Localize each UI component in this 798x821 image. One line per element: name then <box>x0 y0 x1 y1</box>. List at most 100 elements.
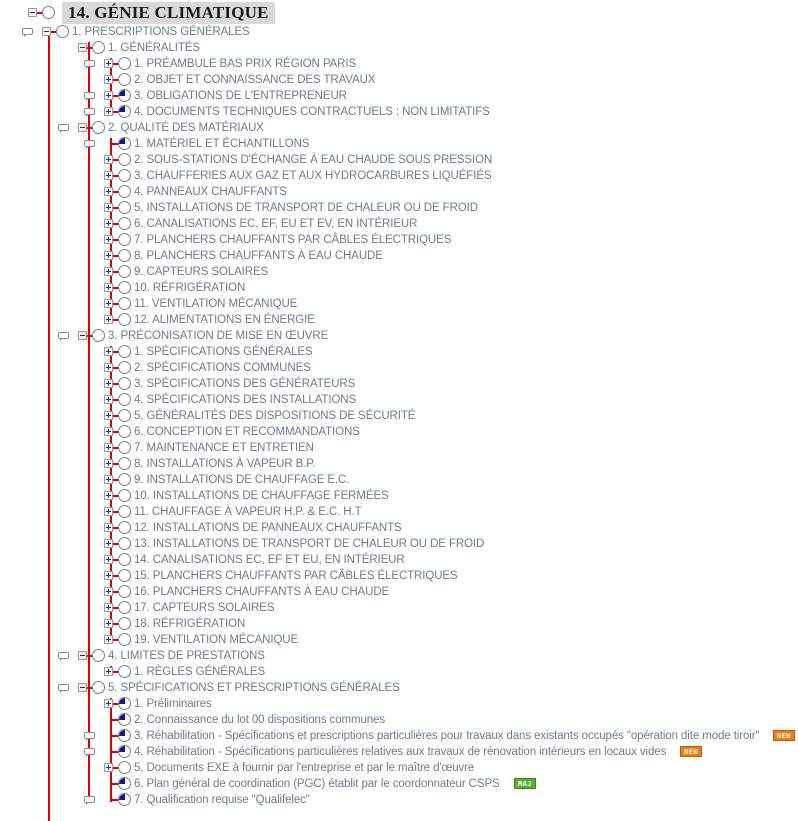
tree-node-label[interactable]: 4. LIMITES DE PRESTATIONS <box>108 648 265 664</box>
node-progress-icon[interactable] <box>118 777 131 790</box>
node-empty-icon[interactable] <box>118 665 131 678</box>
expand-plus-icon[interactable] <box>104 491 113 500</box>
tree-node-label[interactable]: 3. OBLIGATIONS DE L'ENTREPRENEUR <box>134 88 347 104</box>
node-empty-icon[interactable] <box>118 57 131 70</box>
expand-plus-icon[interactable] <box>104 299 113 308</box>
tree-node-label[interactable]: 10. INSTALLATIONS DE CHAUFFAGE FERMÉES <box>134 488 389 504</box>
comment-bubble-icon[interactable] <box>84 60 95 69</box>
node-empty-icon[interactable] <box>118 393 131 406</box>
expand-plus-icon[interactable] <box>104 603 113 612</box>
node-empty-icon[interactable] <box>118 425 131 438</box>
expand-plus-icon[interactable] <box>104 539 113 548</box>
node-empty-icon[interactable] <box>118 281 131 294</box>
expand-plus-icon[interactable] <box>104 75 113 84</box>
expand-plus-icon[interactable] <box>104 91 113 100</box>
node-empty-icon[interactable] <box>92 681 105 694</box>
tree-node-label[interactable]: 13. INSTALLATIONS DE TRANSPORT DE CHALEU… <box>134 536 484 552</box>
comment-bubble-icon[interactable] <box>84 732 95 741</box>
collapse-minus-icon[interactable] <box>78 651 87 660</box>
tree-node-label[interactable]: 3. SPÉCIFICATIONS DES GÉNÉRATEURS <box>134 376 355 392</box>
node-empty-icon[interactable] <box>92 41 105 54</box>
collapse-minus-icon[interactable] <box>42 27 51 36</box>
expand-plus-icon[interactable] <box>104 315 113 324</box>
comment-bubble-icon[interactable] <box>58 652 69 661</box>
tree-node-label[interactable]: 4. PANNEAUX CHAUFFANTS <box>134 184 287 200</box>
node-progress-icon[interactable] <box>118 697 131 710</box>
expand-plus-icon[interactable] <box>104 235 113 244</box>
expand-plus-icon[interactable] <box>104 363 113 372</box>
expand-plus-icon[interactable] <box>104 555 113 564</box>
tree-node-label[interactable]: 2. Connaissance du lot 00 dispositions c… <box>134 712 385 728</box>
collapse-minus-icon[interactable] <box>78 331 87 340</box>
node-empty-icon[interactable] <box>118 345 131 358</box>
expand-plus-icon[interactable] <box>104 267 113 276</box>
comment-bubble-icon[interactable] <box>58 124 69 133</box>
node-empty-icon[interactable] <box>118 569 131 582</box>
node-empty-icon[interactable] <box>118 553 131 566</box>
node-empty-icon[interactable] <box>118 169 131 182</box>
node-empty-icon[interactable] <box>118 585 131 598</box>
tree-node-label[interactable]: 16. PLANCHERS CHAUFFANTS À EAU CHAUDE <box>134 584 389 600</box>
tree-node-label[interactable]: 4. DOCUMENTS TECHNIQUES CONTRACTUELS : N… <box>134 104 490 120</box>
document-tree[interactable]: 14. GÉNIE CLIMATIQUE 1. PRESCRIPTIONS GÉN… <box>0 0 798 821</box>
node-empty-icon[interactable] <box>92 329 105 342</box>
collapse-minus-icon[interactable] <box>78 43 87 52</box>
tree-node-label[interactable]: 2. OBJET ET CONNAISSANCE DES TRAVAUX <box>134 72 375 88</box>
comment-bubble-icon[interactable] <box>84 140 95 149</box>
node-empty-icon[interactable] <box>118 537 131 550</box>
expand-plus-icon[interactable] <box>104 395 113 404</box>
node-empty-icon[interactable] <box>118 201 131 214</box>
node-empty-icon[interactable] <box>118 617 131 630</box>
tree-node-label[interactable]: 7. MAINTENANCE ET ENTRETIEN <box>134 440 314 456</box>
tree-node-label[interactable]: 10. RÉFRIGÉRATION <box>134 280 245 296</box>
comment-bubble-icon[interactable] <box>58 684 69 693</box>
node-empty-icon[interactable] <box>118 153 131 166</box>
expand-plus-icon[interactable] <box>104 443 113 452</box>
node-empty-icon[interactable] <box>118 441 131 454</box>
tree-node-label[interactable]: 1. GÉNÉRALITÉS <box>108 40 200 56</box>
tree-node-label[interactable]: 1. Préliminaires <box>134 696 212 712</box>
node-empty-icon[interactable] <box>118 505 131 518</box>
expand-plus-icon[interactable] <box>104 635 113 644</box>
tree-node-label[interactable]: 9. CAPTEURS SOLAIRES <box>134 264 268 280</box>
node-empty-icon[interactable] <box>118 601 131 614</box>
tree-node-label[interactable]: 2. SOUS-STATIONS D'ÉCHANGE À EAU CHAUDE … <box>134 152 492 168</box>
node-progress-icon[interactable] <box>118 793 131 806</box>
node-empty-icon[interactable] <box>118 521 131 534</box>
tree-node-label[interactable]: 15. PLANCHERS CHAUFFANTS PAR CÂBLES ÉLEC… <box>134 568 458 584</box>
expand-plus-icon[interactable] <box>104 523 113 532</box>
expand-plus-icon[interactable] <box>104 251 113 260</box>
tree-node-label[interactable]: 5. SPÉCIFICATIONS ET PRESCRIPTIONS GÉNÉR… <box>108 680 400 696</box>
tree-node-label[interactable]: 6. Plan général de coordination (PGC) ét… <box>134 776 500 792</box>
expand-plus-icon[interactable] <box>104 379 113 388</box>
node-empty-icon[interactable] <box>118 377 131 390</box>
tree-node-label[interactable]: 7. Qualification requise "Qualifelec" <box>134 792 310 808</box>
tree-node-label[interactable]: 3. CHAUFFERIES AUX GAZ ET AUX HYDROCARBU… <box>134 168 492 184</box>
comment-bubble-icon[interactable] <box>58 332 69 341</box>
node-empty-icon[interactable] <box>118 297 131 310</box>
expand-plus-icon[interactable] <box>104 763 113 772</box>
node-empty-icon[interactable] <box>118 313 131 326</box>
tree-node-label[interactable]: 9. INSTALLATIONS DE CHAUFFAGE E.C. <box>134 472 349 488</box>
expand-plus-icon[interactable] <box>104 427 113 436</box>
tree-node-label[interactable]: 4. SPÉCIFICATIONS DES INSTALLATIONS <box>134 392 356 408</box>
expand-plus-icon[interactable] <box>104 187 113 196</box>
tree-node-label[interactable]: 6. CONCEPTION ET RECOMMANDATIONS <box>134 424 360 440</box>
tree-node-label[interactable]: 6. CANALISATIONS EC, EF, EU ET EV, EN IN… <box>134 216 417 232</box>
tree-node-label[interactable]: 1. PRÉAMBULE BAS PRIX RÉGION PARIS <box>134 56 356 72</box>
node-progress-icon[interactable] <box>118 89 131 102</box>
node-progress-icon[interactable] <box>118 137 131 150</box>
node-empty-icon[interactable] <box>118 185 131 198</box>
tree-node-label[interactable]: 19. VENTILATION MÉCANIQUE <box>134 632 298 648</box>
comment-bubble-icon[interactable] <box>84 108 95 117</box>
node-empty-icon[interactable] <box>92 121 105 134</box>
tree-node-label[interactable]: 1. SPÉCIFICATIONS GÉNÉRALES <box>134 344 313 360</box>
node-empty-icon[interactable] <box>56 25 69 38</box>
tree-node-label[interactable]: 3. PRÉCONISATION DE MISE EN ŒUVRE <box>108 328 328 344</box>
node-empty-icon[interactable] <box>118 73 131 86</box>
node-empty-icon[interactable] <box>118 457 131 470</box>
node-empty-icon[interactable] <box>118 361 131 374</box>
node-empty-icon[interactable] <box>42 6 55 19</box>
expand-plus-icon[interactable] <box>104 459 113 468</box>
comment-bubble-icon[interactable] <box>22 28 33 37</box>
